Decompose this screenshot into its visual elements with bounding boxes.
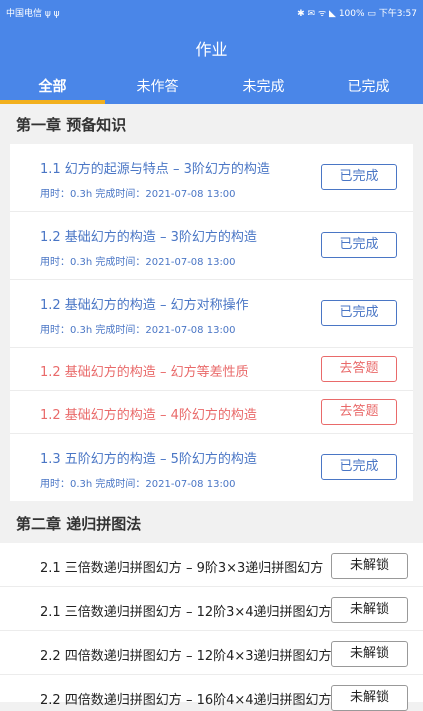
completed-button[interactable]: 已完成 <box>321 164 397 190</box>
chapter-1-list: 1.1 幻方的起源与特点 – 3阶幻方的构造 用时：0.3h 完成时间：2021… <box>10 144 413 501</box>
item-title: 1.2 基础幻方的构造 – 4阶幻方的构造 <box>40 408 257 423</box>
chapter-title: 第一章 预备知识 <box>16 116 127 134</box>
list-item[interactable]: 1.2 基础幻方的构造 – 幻方对称操作 用时：0.3h 完成时间：2021-0… <box>10 280 413 348</box>
tab-unanswered[interactable]: 未作答 <box>105 76 210 96</box>
list-item[interactable]: 1.2 基础幻方的构造 – 3阶幻方的构造 用时：0.3h 完成时间：2021-… <box>10 212 413 280</box>
item-title: 1.2 基础幻方的构造 – 3阶幻方的构造 <box>40 230 257 245</box>
list-item[interactable]: 2.1 三倍数递归拼图幻方 – 12阶3×4递归拼图幻方 未解锁 <box>0 587 423 631</box>
locked-button[interactable]: 未解锁 <box>331 685 408 711</box>
tab-all[interactable]: 全部 <box>0 76 105 96</box>
item-title: 2.1 三倍数递归拼图幻方 – 9阶3×3递归拼图幻方 <box>40 561 324 576</box>
answer-button[interactable]: 去答题 <box>321 399 397 425</box>
item-title: 2.2 四倍数递归拼图幻方 – 16阶4×4递归拼图幻方 <box>40 693 332 708</box>
tab-incomplete[interactable]: 未完成 <box>211 76 316 96</box>
item-meta: 用时：0.3h 完成时间：2021-07-08 13:00 <box>40 257 236 268</box>
item-title: 1.1 幻方的起源与特点 – 3阶幻方的构造 <box>40 162 270 177</box>
list-item[interactable]: 2.1 三倍数递归拼图幻方 – 9阶3×3递归拼图幻方 未解锁 <box>0 543 423 587</box>
header-bar: 中国电信 ψ ψ ✱ ✉ ᯤ ◣ 100% ▭ 下午3:57 作业 全部 未作答… <box>0 0 423 104</box>
chapter-header: 第二章 递归拼图法 <box>0 503 423 543</box>
item-title: 2.2 四倍数递归拼图幻方 – 12阶4×3递归拼图幻方 <box>40 649 332 664</box>
list-item[interactable]: 1.3 五阶幻方的构造 – 5阶幻方的构造 用时：0.3h 完成时间：2021-… <box>10 434 413 501</box>
completed-button[interactable]: 已完成 <box>321 454 397 480</box>
status-bar: 中国电信 ψ ψ ✱ ✉ ᯤ ◣ 100% ▭ 下午3:57 <box>0 0 423 24</box>
chapter-title: 第二章 递归拼图法 <box>16 515 142 533</box>
item-title: 1.3 五阶幻方的构造 – 5阶幻方的构造 <box>40 452 257 467</box>
chapter-header: 第一章 预备知识 <box>0 104 423 144</box>
item-meta: 用时：0.3h 完成时间：2021-07-08 13:00 <box>40 325 236 336</box>
list-item[interactable]: 2.2 四倍数递归拼图幻方 – 16阶4×4递归拼图幻方 未解锁 <box>0 675 423 711</box>
status-icons-text: ✱ ✉ ᯤ ◣ 100% ▭ 下午3:57 <box>297 9 417 19</box>
tab-bar: 全部 未作答 未完成 已完成 <box>0 72 423 104</box>
page-title: 作业 <box>195 40 228 59</box>
item-title: 1.2 基础幻方的构造 – 幻方对称操作 <box>40 298 249 313</box>
carrier-text: 中国电信 ψ ψ <box>6 9 60 19</box>
locked-button[interactable]: 未解锁 <box>331 641 408 667</box>
answer-button[interactable]: 去答题 <box>321 356 397 382</box>
item-title: 1.2 基础幻方的构造 – 幻方等差性质 <box>40 365 249 380</box>
item-meta: 用时：0.3h 完成时间：2021-07-08 13:00 <box>40 479 236 490</box>
list-item[interactable]: 1.2 基础幻方的构造 – 幻方等差性质 去答题 <box>10 348 413 391</box>
locked-button[interactable]: 未解锁 <box>331 597 408 623</box>
item-title: 2.1 三倍数递归拼图幻方 – 12阶3×4递归拼图幻方 <box>40 605 332 620</box>
list-item[interactable]: 1.2 基础幻方的构造 – 4阶幻方的构造 去答题 <box>10 391 413 434</box>
list-item[interactable]: 1.1 幻方的起源与特点 – 3阶幻方的构造 用时：0.3h 完成时间：2021… <box>10 144 413 212</box>
tab-completed[interactable]: 已完成 <box>316 76 421 96</box>
completed-button[interactable]: 已完成 <box>321 300 397 326</box>
completed-button[interactable]: 已完成 <box>321 232 397 258</box>
locked-button[interactable]: 未解锁 <box>331 553 408 579</box>
list-item[interactable]: 2.2 四倍数递归拼图幻方 – 12阶4×3递归拼图幻方 未解锁 <box>0 631 423 675</box>
item-meta: 用时：0.3h 完成时间：2021-07-08 13:00 <box>40 189 236 200</box>
